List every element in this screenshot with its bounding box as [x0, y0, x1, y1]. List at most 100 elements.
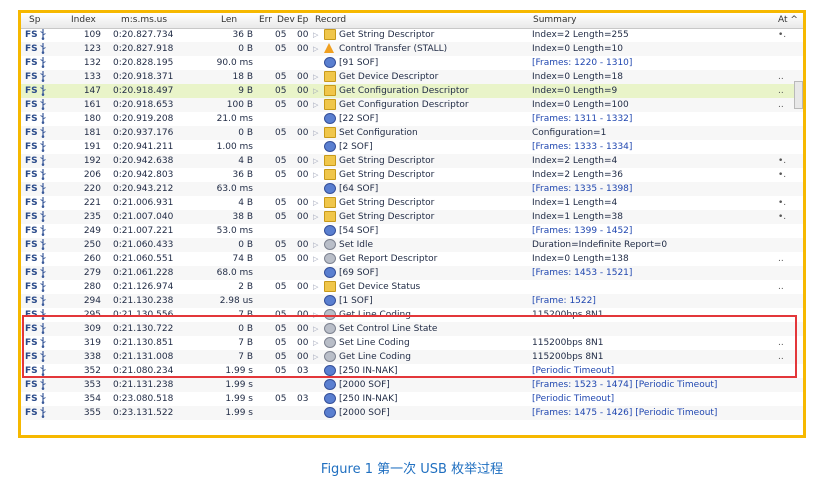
- column-header-index[interactable]: Index: [71, 15, 96, 25]
- table-row[interactable]: FS 249 0:21.007.221 53.0 ms [54 SOF] [Frames:…: [21, 224, 803, 238]
- sof-icon: [324, 183, 336, 194]
- table-row[interactable]: FS 180 0:20.919.208 21.0 ms [22 SOF] [Frames:…: [21, 112, 803, 126]
- summary-cell: [Frame: 1522]: [532, 296, 596, 306]
- table-row[interactable]: FS 353 0:21.131.238 1.99 s [2000 SOF] [Frames…: [21, 378, 803, 392]
- time-cell: 0:21.130.238: [113, 296, 174, 306]
- column-header-extra[interactable]: At ^: [778, 15, 798, 25]
- table-row[interactable]: FS 250 0:21.060.433 0 B 05 00 ▷ Set Idle Duratio…: [21, 238, 803, 252]
- column-header-device[interactable]: Dev: [277, 15, 295, 25]
- length-cell: 0 B: [238, 44, 253, 54]
- column-header-endpoint[interactable]: Ep: [297, 15, 308, 25]
- endpoint-cell: 00: [297, 72, 309, 82]
- column-header-length[interactable]: Len: [221, 15, 237, 25]
- speed-cell: FS: [25, 85, 55, 97]
- table-row[interactable]: FS 147 0:20.918.497 9 B 05 00 ▷ Get Configurati…: [21, 84, 803, 98]
- usb-symbol-icon: [40, 407, 46, 418]
- table-row[interactable]: FS 133 0:20.918.371 18 B 05 00 ▷ Get Device Des…: [21, 70, 803, 84]
- expand-arrow-icon[interactable]: ▷: [313, 281, 321, 293]
- table-row[interactable]: FS 132 0:20.828.195 90.0 ms [91 SOF] [Frames:…: [21, 56, 803, 70]
- descriptor-icon: [324, 281, 336, 292]
- endpoint-cell: 00: [297, 156, 309, 166]
- expand-arrow-icon[interactable]: ▷: [313, 239, 321, 251]
- descriptor-icon: [324, 155, 336, 166]
- descriptor-icon: [324, 169, 336, 180]
- length-cell: 4 B: [238, 198, 253, 208]
- index-cell: 221: [83, 198, 101, 208]
- table-row[interactable]: FS 123 0:20.827.918 0 B 05 00 ▷ Control Transfe…: [21, 42, 803, 56]
- expand-arrow-icon[interactable]: ▷: [313, 197, 321, 209]
- record-cell: [69 SOF]: [339, 268, 379, 278]
- record-cell: Get String Descriptor: [339, 212, 435, 222]
- usb-symbol-icon: [40, 155, 46, 166]
- column-header-time[interactable]: m:s.ms.us: [121, 15, 167, 25]
- expand-arrow-icon[interactable]: ▷: [313, 29, 321, 41]
- column-header-error[interactable]: Err: [259, 15, 272, 25]
- usb-symbol-icon: [40, 99, 46, 110]
- table-row[interactable]: FS 221 0:21.006.931 4 B 05 00 ▷ Get String Desc…: [21, 196, 803, 210]
- table-row[interactable]: FS 260 0:21.060.551 74 B 05 00 ▷ Get Report Des…: [21, 252, 803, 266]
- index-cell: 354: [83, 394, 101, 404]
- table-row[interactable]: FS 161 0:20.918.653 100 B 05 00 ▷ Get Configura…: [21, 98, 803, 112]
- table-row[interactable]: FS 220 0:20.943.212 63.0 ms [64 SOF] [Frames:…: [21, 182, 803, 196]
- time-cell: 0:21.060.551: [113, 254, 174, 264]
- record-cell: Get Configuration Descriptor: [339, 100, 469, 110]
- usb-symbol-icon: [40, 127, 46, 138]
- expand-arrow-icon[interactable]: ▷: [313, 169, 321, 181]
- usb-symbol-icon: [40, 281, 46, 292]
- table-row[interactable]: FS 354 0:23.080.518 1.99 s 05 03 [250 IN-NAK] […: [21, 392, 803, 406]
- index-cell: 220: [83, 184, 101, 194]
- expand-arrow-icon[interactable]: ▷: [313, 211, 321, 223]
- endpoint-cell: 00: [297, 212, 309, 222]
- speed-cell: FS: [25, 281, 55, 293]
- descriptor-icon: [324, 211, 336, 222]
- device-cell: 05: [275, 254, 287, 264]
- table-row[interactable]: FS 206 0:20.942.803 36 B 05 00 ▷ Get String Des…: [21, 168, 803, 182]
- expand-arrow-icon[interactable]: ▷: [313, 85, 321, 97]
- cdc-requests-highlight-box: [22, 315, 797, 378]
- record-cell: Get String Descriptor: [339, 156, 435, 166]
- length-cell: 18 B: [232, 72, 254, 82]
- table-row[interactable]: FS 294 0:21.130.238 2.98 us [1 SOF] [Frame: 1…: [21, 294, 803, 308]
- speed-cell: FS: [25, 295, 55, 307]
- expand-arrow-icon[interactable]: ▷: [313, 99, 321, 111]
- table-row[interactable]: FS 181 0:20.937.176 0 B 05 00 ▷ Set Configurati…: [21, 126, 803, 140]
- table-row[interactable]: FS 191 0:20.941.211 1.00 ms [2 SOF] [Frames: …: [21, 140, 803, 154]
- table-row[interactable]: FS 279 0:21.061.228 68.0 ms [69 SOF] [Frames:…: [21, 266, 803, 280]
- record-cell: Get String Descriptor: [339, 198, 435, 208]
- usb-symbol-icon: [40, 239, 46, 250]
- usb-symbol-icon: [40, 141, 46, 152]
- table-row[interactable]: FS 109 0:20.827.734 36 B 05 00 ▷ Get String Des…: [21, 28, 803, 42]
- expand-arrow-icon[interactable]: ▷: [313, 155, 321, 167]
- table-row[interactable]: FS 355 0:23.131.522 1.99 s [2000 SOF] [Frames…: [21, 406, 803, 420]
- vertical-scrollbar[interactable]: [793, 73, 803, 133]
- usb-symbol-icon: [40, 169, 46, 180]
- column-header-speed[interactable]: Sp: [29, 15, 40, 25]
- expand-arrow-icon[interactable]: ▷: [313, 43, 321, 55]
- table-row[interactable]: FS 280 0:21.126.974 2 B 05 00 ▷ Get Device Stat…: [21, 280, 803, 294]
- expand-arrow-icon[interactable]: ▷: [313, 71, 321, 83]
- speed-cell: FS: [25, 183, 55, 195]
- scrollbar-thumb[interactable]: [794, 81, 803, 109]
- summary-cell: [Periodic Timeout]: [532, 394, 615, 404]
- time-cell: 0:20.943.212: [113, 184, 174, 194]
- table-row[interactable]: FS 235 0:21.007.040 38 B 05 00 ▷ Get String Des…: [21, 210, 803, 224]
- index-cell: 249: [83, 226, 101, 236]
- summary-cell: Configuration=1: [532, 128, 607, 138]
- column-header-record[interactable]: Record: [315, 15, 346, 25]
- device-cell: 05: [275, 100, 287, 110]
- speed-cell: FS: [25, 43, 55, 55]
- expand-arrow-icon[interactable]: ▷: [313, 127, 321, 139]
- speed-cell: FS: [25, 169, 55, 181]
- expand-arrow-icon[interactable]: ▷: [313, 253, 321, 265]
- endpoint-cell: 00: [297, 170, 309, 180]
- index-cell: 133: [83, 72, 101, 82]
- device-cell: 05: [275, 212, 287, 222]
- record-cell: [64 SOF]: [339, 184, 379, 194]
- usb-symbol-icon: [40, 225, 46, 236]
- record-cell: [1 SOF]: [339, 296, 373, 306]
- table-row[interactable]: FS 192 0:20.942.638 4 B 05 00 ▷ Get String Desc…: [21, 154, 803, 168]
- column-header-summary[interactable]: Summary: [533, 15, 577, 25]
- sof-icon: [324, 379, 336, 390]
- warning-icon: [324, 43, 334, 53]
- speed-cell: FS: [25, 113, 55, 125]
